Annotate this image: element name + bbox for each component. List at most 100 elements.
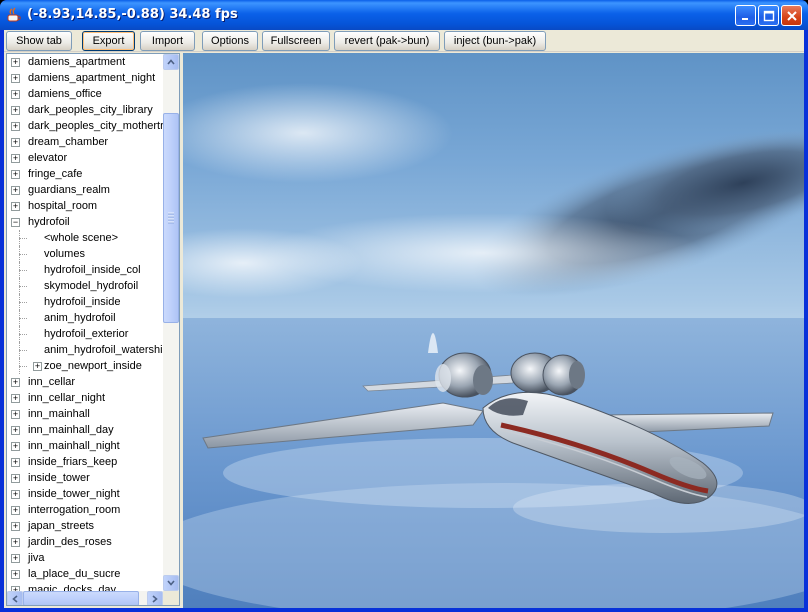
tree-item[interactable]: + elevator [7, 150, 163, 166]
tree-item[interactable]: + dream_chamber [7, 134, 163, 150]
tree-item[interactable]: + inn_mainhall_day [7, 422, 163, 438]
tree-child-item[interactable]: <whole scene> [7, 230, 163, 246]
inject-button[interactable]: inject (bun->pak) [444, 31, 546, 51]
tree-item-label: inn_cellar [28, 376, 76, 388]
close-button[interactable] [781, 5, 802, 26]
tree-child-item[interactable]: + zoe_newport_inside [7, 358, 163, 374]
expand-icon[interactable]: + [11, 410, 20, 419]
tree-connector [19, 334, 27, 335]
expand-icon[interactable]: + [11, 170, 20, 179]
expand-icon[interactable]: + [11, 490, 20, 499]
tree-item[interactable]: + inside_tower_night [7, 486, 163, 502]
tree-item[interactable]: + jardin_des_roses [7, 534, 163, 550]
tree-item[interactable]: + inside_tower [7, 470, 163, 486]
tree-horizontal-scrollbar[interactable] [7, 591, 163, 605]
tree-item[interactable]: + inn_mainhall [7, 406, 163, 422]
expand-icon[interactable]: + [11, 554, 20, 563]
tree-item-label: hydrofoil_inside [44, 296, 121, 308]
expand-icon[interactable]: + [11, 442, 20, 451]
expand-icon[interactable]: + [11, 138, 20, 147]
export-button[interactable]: Export [82, 31, 135, 51]
scroll-up-button[interactable] [163, 54, 179, 70]
tree-item[interactable]: + fringe_cafe [7, 166, 163, 182]
horizontal-scroll-thumb[interactable] [23, 591, 139, 605]
tree-child-item[interactable]: anim_hydrofoil [7, 310, 163, 326]
minimize-button[interactable] [735, 5, 756, 26]
tree-item[interactable]: + interrogation_room [7, 502, 163, 518]
scroll-down-button[interactable] [163, 575, 179, 591]
tree-item[interactable]: + japan_streets [7, 518, 163, 534]
tree-vertical-scrollbar[interactable] [163, 54, 179, 591]
expand-icon[interactable]: + [11, 186, 20, 195]
tree-item-label: inside_tower [28, 472, 90, 484]
scroll-left-button[interactable] [7, 591, 23, 605]
chevron-up-icon [167, 59, 175, 65]
expand-icon[interactable]: + [11, 106, 20, 115]
expand-icon[interactable]: + [11, 506, 20, 515]
tree-item[interactable]: + inside_friars_keep [7, 454, 163, 470]
expand-icon[interactable]: + [11, 58, 20, 67]
expand-icon[interactable]: + [11, 378, 20, 387]
expand-icon[interactable]: + [11, 394, 20, 403]
tree-item[interactable]: + inn_mainhall_night [7, 438, 163, 454]
tree-item-label: hydrofoil_exterior [44, 328, 129, 340]
tree-item-label: zoe_newport_inside [44, 360, 142, 372]
tree-item[interactable]: + la_place_du_sucre [7, 566, 163, 582]
tree-item-label: hospital_room [28, 200, 98, 212]
tree-item-label: inside_tower_night [28, 488, 120, 500]
expand-icon[interactable]: + [11, 122, 20, 131]
maximize-button[interactable] [758, 5, 779, 26]
expand-icon[interactable]: + [11, 538, 20, 547]
scroll-right-button[interactable] [147, 591, 163, 605]
tree-item[interactable]: + dark_peoples_city_mothertre [7, 118, 163, 134]
expand-icon[interactable]: + [11, 522, 20, 531]
tree-item[interactable]: + damiens_office [7, 86, 163, 102]
tree-item[interactable]: + damiens_apartment [7, 54, 163, 70]
expand-icon[interactable]: + [33, 362, 42, 371]
expand-icon[interactable]: + [11, 570, 20, 579]
fullscreen-button[interactable]: Fullscreen [262, 31, 330, 51]
tree-child-item[interactable]: hydrofoil_inside [7, 294, 163, 310]
tree-child-item[interactable]: hydrofoil_inside_col [7, 262, 163, 278]
tree-item[interactable]: + inn_cellar_night [7, 390, 163, 406]
tree-item[interactable]: − hydrofoil [7, 214, 163, 230]
title-bar[interactable]: (-8.93,14.85,-0.88) 34.48 fps [0, 0, 808, 30]
expand-icon[interactable]: + [11, 154, 20, 163]
tree-connector [19, 262, 20, 278]
chevron-right-icon [152, 594, 158, 603]
tree-item[interactable]: + damiens_apartment_night [7, 70, 163, 86]
tree-child-item[interactable]: volumes [7, 246, 163, 262]
tree-item-label: dark_peoples_city_library [28, 104, 153, 116]
revert-button[interactable]: revert (pak->bun) [334, 31, 440, 51]
tree-item[interactable]: + jiva [7, 550, 163, 566]
tree-item[interactable]: + hospital_room [7, 198, 163, 214]
tree-item[interactable]: + magic_docks_day [7, 582, 163, 591]
tree-connector [19, 278, 20, 294]
window-title: (-8.93,14.85,-0.88) 34.48 fps [27, 7, 238, 22]
tree-child-item[interactable]: anim_hydrofoil_watershine [7, 342, 163, 358]
scroll-thumb[interactable] [163, 113, 179, 323]
grip-icon [168, 212, 174, 224]
tree-item-label: anim_hydrofoil_watershine [44, 344, 163, 356]
tree-item-label: damiens_apartment_night [28, 72, 156, 84]
show-tab-button[interactable]: Show tab [6, 31, 72, 51]
expand-icon[interactable]: + [11, 202, 20, 211]
expand-icon[interactable]: + [11, 426, 20, 435]
expand-icon[interactable]: + [11, 458, 20, 467]
tree-item-label: elevator [28, 152, 68, 164]
expand-icon[interactable]: + [11, 74, 20, 83]
import-button[interactable]: Import [140, 31, 195, 51]
expand-icon[interactable]: + [11, 474, 20, 483]
tree-item[interactable]: + inn_cellar [7, 374, 163, 390]
tree-child-item[interactable]: skymodel_hydrofoil [7, 278, 163, 294]
expand-icon[interactable]: + [11, 90, 20, 99]
tree-connector [19, 270, 27, 271]
tree-item[interactable]: + guardians_realm [7, 182, 163, 198]
tree-item-label: la_place_du_sucre [28, 568, 121, 580]
options-button[interactable]: Options [202, 31, 258, 51]
3d-viewport[interactable] [183, 53, 804, 608]
tree-item[interactable]: + dark_peoples_city_library [7, 102, 163, 118]
tree-child-item[interactable]: hydrofoil_exterior [7, 326, 163, 342]
collapse-icon[interactable]: − [11, 218, 20, 227]
scene-tree[interactable]: + damiens_apartment + damiens_apartment_nig… [6, 53, 180, 606]
